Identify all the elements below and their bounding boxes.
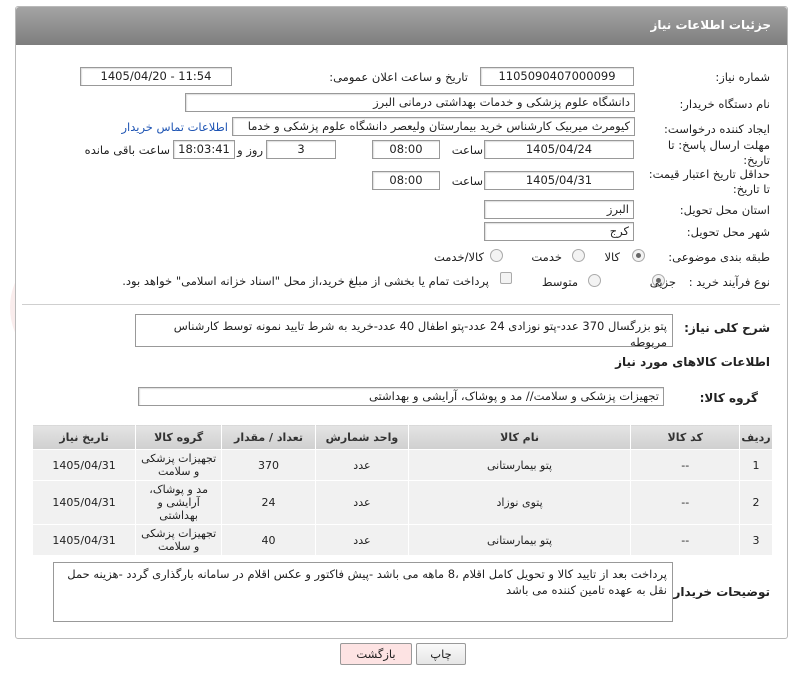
cell-name: پتو بیمارستانی [407, 449, 632, 481]
days-label: روز و [237, 143, 263, 157]
table-row[interactable]: 3 -- پتو بیمارستانی عدد 40 تجهیزات پزشکی… [31, 524, 773, 556]
need-number-field[interactable]: 1105090407000099 [480, 67, 634, 86]
purchase-option-minor: جزیی [649, 275, 676, 289]
reply-deadline-label: مهلت ارسال پاسخ: تا [667, 138, 770, 152]
price-validity-time-label: ساعت [451, 174, 483, 188]
buyer-org-field[interactable]: دانشگاه علوم پزشکی و خدمات بهداشتی درمان… [185, 93, 635, 112]
city-label: شهر محل تحویل: [686, 225, 770, 239]
cell-row: 1 [739, 449, 773, 481]
cell-date: 1405/04/31 [31, 524, 137, 556]
cell-code: -- [630, 449, 741, 481]
print-button[interactable]: چاپ [416, 643, 466, 665]
purchase-radio-medium[interactable] [588, 274, 601, 287]
category-label: طبقه بندی موضوعی: [668, 250, 770, 264]
buyer-notes-textarea[interactable]: پرداخت بعد از تایید کالا و تحویل کامل اق… [53, 562, 673, 622]
cell-qty: 40 [221, 524, 317, 556]
need-number-label: شماره نیاز: [715, 70, 770, 84]
cell-group: مد و پوشاک، آرایشی و بهداشتی [135, 480, 223, 525]
city-field[interactable]: کرج [484, 222, 634, 241]
cell-unit: عدد [315, 480, 409, 525]
category-option-goods: کالا [604, 250, 620, 264]
cell-name: پتوی نوزاد [407, 480, 632, 525]
reply-deadline-label-2: تاریخ: [743, 153, 770, 167]
buyer-org-label: نام دستگاه خریدار: [679, 97, 770, 111]
days-field[interactable]: 3 [266, 140, 336, 159]
goods-group-label: گروه کالا: [699, 391, 758, 405]
category-option-service: خدمت [531, 250, 562, 264]
cell-date: 1405/04/31 [31, 449, 137, 481]
cell-row: 2 [739, 480, 773, 525]
province-label: استان محل تحویل: [679, 203, 770, 217]
summary-label: شرح کلی نیاز: [684, 321, 770, 335]
buyer-contact-link[interactable]: اطلاعات تماس خریدار [121, 120, 228, 134]
treasury-payment-note: پرداخت تمام یا بخشی از مبلغ خرید،از محل … [122, 274, 489, 288]
cell-row: 3 [739, 524, 773, 556]
goods-section-title: اطلاعات کالاهای مورد نیاز [615, 355, 770, 369]
cell-unit: عدد [315, 524, 409, 556]
panel-title: جزئیات اطلاعات نیاز [650, 18, 771, 32]
remaining-label: ساعت باقی مانده [84, 143, 170, 157]
province-field[interactable]: البرز [484, 200, 634, 219]
goods-group-field[interactable]: تجهیزات پزشکی و سلامت// مد و پوشاک، آرای… [138, 387, 664, 406]
buyer-notes-label: توضیحات خریدار: [668, 585, 770, 599]
cell-unit: عدد [315, 449, 409, 481]
reply-time-field[interactable]: 08:00 [372, 140, 440, 159]
category-option-goods-service: کالا/خدمت [433, 250, 484, 264]
panel-header: جزئیات اطلاعات نیاز [16, 7, 787, 45]
col-date: تاریخ نیاز [31, 424, 137, 450]
col-group: گروه کالا [135, 424, 223, 450]
treasury-payment-checkbox[interactable] [500, 272, 512, 284]
summary-textarea[interactable]: پتو بزرگسال 370 عدد-پتو نوزادی 24 عدد-پت… [135, 314, 673, 349]
price-validity-label: حداقل تاریخ اعتبار قیمت: [648, 167, 770, 181]
table-row[interactable]: 1 -- پتو بیمارستانی عدد 370 تجهیزات پزشک… [31, 449, 773, 481]
col-unit: واحد شمارش [315, 424, 409, 450]
col-qty: تعداد / مقدار [221, 424, 317, 450]
price-validity-time-field[interactable]: 08:00 [372, 171, 440, 190]
category-radio-goods-service[interactable] [490, 249, 503, 262]
reply-date-field[interactable]: 1405/04/24 [484, 140, 634, 159]
announce-field[interactable]: 1405/04/20 - 11:54 [80, 67, 232, 86]
reply-time-label: ساعت [451, 143, 483, 157]
price-validity-date-field[interactable]: 1405/04/31 [484, 171, 634, 190]
purchase-option-medium: متوسط [541, 275, 578, 289]
cell-code: -- [630, 480, 741, 525]
category-radio-service[interactable] [572, 249, 585, 262]
category-radio-goods[interactable] [632, 249, 645, 262]
announce-label: تاریخ و ساعت اعلان عمومی: [329, 70, 468, 84]
price-validity-label-2: تا تاریخ: [732, 182, 770, 196]
cell-code: -- [630, 524, 741, 556]
cell-date: 1405/04/31 [31, 480, 137, 525]
table-row[interactable]: 2 -- پتوی نوزاد عدد 24 مد و پوشاک، آرایش… [31, 480, 773, 525]
col-row: ردیف [739, 424, 773, 450]
cell-name: پتو بیمارستانی [407, 524, 632, 556]
divider [22, 304, 780, 305]
cell-qty: 370 [221, 449, 317, 481]
cell-group: تجهیزات پزشکی و سلامت [135, 449, 223, 481]
goods-table: ردیف کد کالا نام کالا واحد شمارش تعداد /… [31, 424, 773, 556]
purchase-type-label: نوع فرآیند خرید : [688, 275, 770, 289]
back-button[interactable]: بازگشت [340, 643, 412, 665]
remaining-time-field[interactable]: 18:03:41 [173, 140, 235, 159]
col-code: کد کالا [630, 424, 741, 450]
col-name: نام کالا [407, 424, 632, 450]
requester-label: ایجاد کننده درخواست: [664, 122, 770, 136]
cell-qty: 24 [221, 480, 317, 525]
table-header-row: ردیف کد کالا نام کالا واحد شمارش تعداد /… [31, 424, 773, 450]
requester-field[interactable]: کیومرث میربیک کارشناس خرید بیمارستان ولی… [232, 117, 635, 136]
cell-group: تجهیزات پزشکی و سلامت [135, 524, 223, 556]
